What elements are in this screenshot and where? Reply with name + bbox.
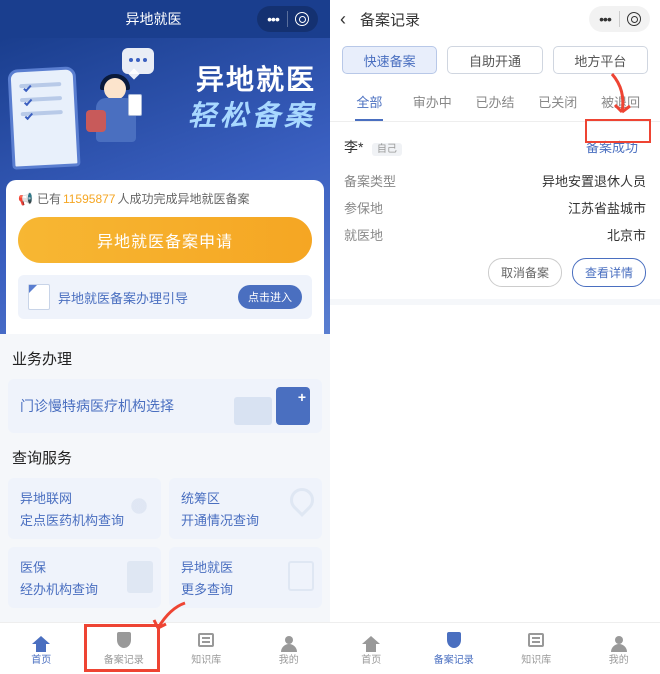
guide-row[interactable]: 异地就医备案办理引导 点击进入: [18, 275, 312, 319]
guide-enter-button[interactable]: 点击进入: [238, 285, 302, 309]
home-icon: [362, 636, 380, 644]
page-title: 异地就医: [50, 9, 257, 29]
user-icon: [615, 636, 623, 644]
tab-home[interactable]: 首页: [330, 623, 413, 674]
pill-icon: [121, 488, 157, 524]
record-name: 李*: [344, 139, 363, 155]
user-icon: [285, 636, 293, 644]
tab-mine[interactable]: 我的: [248, 623, 331, 674]
shield-icon: [447, 632, 461, 648]
filter-processing[interactable]: 审办中: [401, 82, 464, 121]
view-detail-button[interactable]: 查看详情: [572, 258, 646, 287]
chip-local[interactable]: 地方平台: [553, 46, 648, 74]
apply-button[interactable]: 异地就医备案申请: [18, 217, 312, 263]
field-type: 备案类型 异地安置退休人员: [344, 171, 646, 190]
field-medical: 就医地 北京市: [344, 225, 646, 244]
hero-banner: 异地就医 轻松备案 📢 已有 11595877 人成功完成异地就医备案 异地就医…: [0, 38, 330, 334]
record-card: 李* 自己 备案成功 备案类型 异地安置退休人员 参保地 江苏省盐城市 就医地 …: [330, 122, 660, 305]
filter-closed[interactable]: 已关闭: [526, 82, 589, 121]
more-icon[interactable]: [593, 7, 617, 31]
shield-icon: [117, 632, 131, 648]
tab-home[interactable]: 首页: [0, 623, 83, 674]
close-miniapp-icon[interactable]: [622, 7, 646, 31]
counter-value: 11595877: [63, 192, 116, 206]
tab-records[interactable]: 备案记录: [413, 623, 496, 674]
miniapp-capsule[interactable]: [589, 6, 650, 32]
more-icon[interactable]: [261, 7, 285, 31]
banner-title: 异地就医: [196, 58, 316, 98]
back-icon[interactable]: ‹: [340, 9, 360, 30]
record-status: 备案成功: [578, 134, 646, 159]
hospital-icon: [276, 387, 310, 425]
business-card[interactable]: 门诊慢特病医疗机构选择: [8, 379, 322, 433]
banner-illustration: [4, 46, 164, 176]
tabbar: 首页 备案记录 知识库 我的: [330, 622, 660, 674]
document-icon: [28, 284, 50, 310]
miniapp-capsule[interactable]: [257, 6, 318, 32]
phone-left: 异地就医 异地就医 轻松备案 📢 已有 11595877 人成功完成异地就医备案: [0, 0, 330, 674]
tab-mine[interactable]: 我的: [578, 623, 660, 674]
header: ‹ 备案记录: [330, 0, 660, 38]
close-miniapp-icon[interactable]: [290, 7, 314, 31]
query-card-insurance[interactable]: 医保 经办机构查询: [8, 547, 161, 608]
book-icon: [528, 633, 544, 647]
filter-all[interactable]: 全部: [338, 82, 401, 121]
section-title-business: 业务办理: [0, 334, 330, 379]
header: 异地就医: [0, 0, 330, 38]
section-title-query: 查询服务: [0, 433, 330, 478]
phone-right: ‹ 备案记录 快速备案 自助开通 地方平台 全部 审办中 已办结 已关闭 被退回…: [330, 0, 660, 674]
book-icon: [198, 633, 214, 647]
query-card-network[interactable]: 异地联网 定点医药机构查询: [8, 478, 161, 539]
query-card-more[interactable]: 异地就医 更多查询: [169, 547, 322, 608]
speaker-icon: 📢: [18, 192, 33, 206]
filter-done[interactable]: 已办结: [464, 82, 527, 121]
banner-card: 📢 已有 11595877 人成功完成异地就医备案 异地就医备案申请 异地就医备…: [6, 180, 324, 334]
list-icon: [288, 561, 314, 591]
field-insured: 参保地 江苏省盐城市: [344, 198, 646, 217]
counter-text: 📢 已有 11595877 人成功完成异地就医备案: [18, 190, 312, 207]
cancel-record-button[interactable]: 取消备案: [488, 258, 562, 287]
home-icon: [32, 636, 50, 644]
query-card-region[interactable]: 统筹区 开通情况查询: [169, 478, 322, 539]
annotation-arrow: [150, 598, 190, 638]
guide-label: 异地就医备案办理引导: [58, 288, 238, 307]
banner-subtitle: 轻松备案: [188, 94, 316, 134]
chip-quick[interactable]: 快速备案: [342, 46, 437, 74]
chip-self[interactable]: 自助开通: [447, 46, 542, 74]
main-scroll: 异地就医 轻松备案 📢 已有 11595877 人成功完成异地就医备案 异地就医…: [0, 38, 330, 622]
tab-knowledge[interactable]: 知识库: [495, 623, 578, 674]
query-grid: 异地联网 定点医药机构查询 统筹区 开通情况查询 医保 经办机构查询 异地就医 …: [0, 478, 330, 608]
folder-icon: [127, 561, 153, 593]
record-relation: 自己: [372, 143, 402, 156]
annotation-arrow: [602, 72, 638, 118]
page-title: 备案记录: [360, 9, 420, 30]
